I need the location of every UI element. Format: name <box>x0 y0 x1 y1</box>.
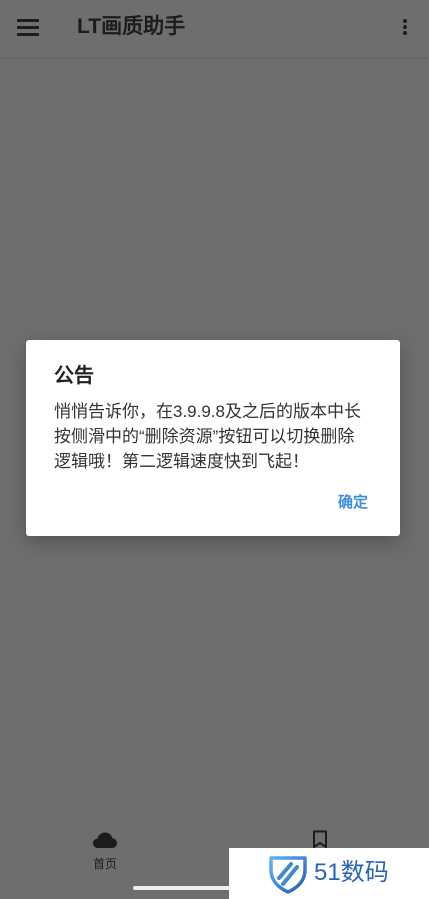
menu-icon-line <box>17 33 39 36</box>
menu-icon-line <box>17 19 39 22</box>
bookmark-icon <box>313 830 327 848</box>
announcement-dialog: 公告 悄悄告诉你，在3.9.9.8及之后的版本中长 按侧滑中的“删除资源”按钮可… <box>26 340 400 536</box>
confirm-button[interactable]: 确定 <box>328 490 378 516</box>
app-title: LT画质助手 <box>77 15 186 38</box>
dialog-title: 公告 <box>54 365 94 387</box>
dialog-message-line: 悄悄告诉你，在3.9.9.8及之后的版本中长 <box>54 402 361 421</box>
menu-icon-line <box>17 26 39 29</box>
top-app-bar: LT画质助手 <box>0 0 429 58</box>
more-vert-dot <box>403 31 407 35</box>
watermark-text: 51数码 <box>314 859 389 886</box>
more-vert-dot <box>403 25 407 29</box>
dialog-message: 悄悄告诉你，在3.9.9.8及之后的版本中长 按侧滑中的“删除资源”按钮可以切换… <box>54 399 394 474</box>
more-vert-icon[interactable] <box>397 15 413 39</box>
nav-item-home-label: 首页 <box>92 857 117 871</box>
dialog-message-line: 逻辑哦！第二逻辑速度快到飞起！ <box>54 452 309 471</box>
app-screen: LT画质助手 公告 悄悄告诉你，在3.9.9.8及之后的版本中长 按侧滑中的“删… <box>0 0 429 899</box>
dialog-message-line: 按侧滑中的“删除资源”按钮可以切换删除 <box>54 427 355 446</box>
cloud-icon <box>93 832 117 848</box>
watermark: 51数码 <box>229 848 429 899</box>
shield-logo-icon <box>269 856 307 894</box>
nav-item-home[interactable]: 首页 <box>80 828 130 874</box>
more-vert-dot <box>403 19 407 23</box>
menu-icon[interactable] <box>13 13 43 41</box>
